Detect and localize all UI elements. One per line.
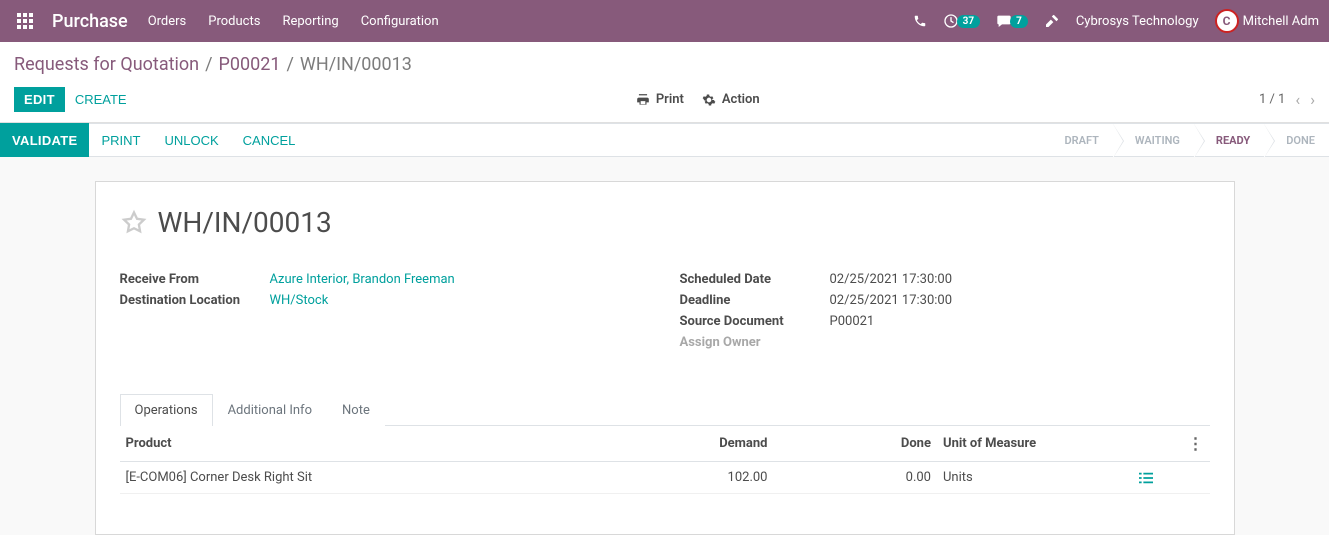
breadcrumb: Requests for Quotation / P00021 / WH/IN/…	[14, 54, 1315, 75]
columns-menu-icon[interactable]: ⋮	[1188, 434, 1204, 453]
scheduled-label: Scheduled Date	[680, 272, 830, 287]
top-navbar: Purchase Orders Products Reporting Confi…	[0, 0, 1329, 42]
edit-button[interactable]: EDIT	[14, 87, 65, 112]
destination-value[interactable]: WH/Stock	[270, 293, 329, 308]
avatar: C	[1215, 9, 1239, 33]
phone-icon[interactable]	[913, 14, 927, 28]
scheduled-value: 02/25/2021 17:30:00	[830, 272, 953, 287]
main-menu: Orders Products Reporting Configuration	[148, 14, 439, 29]
cell-product: [E-COM06] Corner Desk Right Sit	[120, 462, 611, 494]
menu-configuration[interactable]: Configuration	[361, 14, 439, 29]
user-name: Mitchell Adm	[1243, 14, 1319, 29]
record-title: WH/IN/00013	[158, 206, 332, 239]
cancel-button[interactable]: CANCEL	[231, 133, 308, 148]
th-product: Product	[120, 426, 611, 462]
pager-prev-icon[interactable]: ‹	[1295, 90, 1300, 109]
stage-draft[interactable]: DRAFT	[1046, 124, 1112, 156]
stage-waiting[interactable]: WAITING	[1113, 124, 1194, 156]
menu-reporting[interactable]: Reporting	[282, 14, 338, 29]
breadcrumb-root[interactable]: Requests for Quotation	[14, 54, 199, 75]
menu-products[interactable]: Products	[208, 14, 260, 29]
th-done: Done	[774, 426, 938, 462]
detailed-ops-icon[interactable]	[1139, 472, 1171, 484]
activities-icon[interactable]: 37	[943, 13, 980, 29]
receive-from-label: Receive From	[120, 272, 270, 287]
create-button[interactable]: CREATE	[65, 87, 137, 112]
destination-label: Destination Location	[120, 293, 270, 308]
form-sheet: WH/IN/00013 Receive From Azure Interior,…	[95, 181, 1235, 535]
print-dropdown[interactable]: Print	[636, 92, 684, 107]
status-bar: VALIDATE PRINT UNLOCK CANCEL DRAFT WAITI…	[0, 123, 1329, 157]
print-icon	[636, 93, 650, 107]
cell-demand: 102.00	[610, 462, 774, 494]
pager-text: 1 / 1	[1259, 92, 1285, 107]
notebook-tabs: Operations Additional Info Note	[120, 393, 1210, 426]
deadline-label: Deadline	[680, 293, 830, 308]
gear-icon	[702, 93, 716, 107]
tab-additional-info[interactable]: Additional Info	[213, 394, 327, 426]
deadline-value: 02/25/2021 17:30:00	[830, 293, 953, 308]
validate-button[interactable]: VALIDATE	[0, 123, 89, 157]
assign-owner-label: Assign Owner	[680, 335, 830, 350]
pager: 1 / 1 ‹ ›	[1259, 90, 1315, 109]
activities-badge: 37	[957, 15, 980, 28]
unlock-button[interactable]: UNLOCK	[152, 133, 230, 148]
print-button[interactable]: PRINT	[89, 133, 152, 148]
cell-done: 0.00	[774, 462, 938, 494]
tab-operations[interactable]: Operations	[120, 394, 213, 426]
receive-from-value[interactable]: Azure Interior, Brandon Freeman	[270, 272, 455, 287]
tab-note[interactable]: Note	[327, 394, 385, 426]
action-dropdown[interactable]: Action	[702, 92, 760, 107]
debug-icon[interactable]	[1044, 13, 1060, 29]
th-demand: Demand	[610, 426, 774, 462]
messages-badge: 7	[1010, 15, 1028, 28]
print-label: Print	[656, 92, 684, 107]
control-bar: Requests for Quotation / P00021 / WH/IN/…	[0, 42, 1329, 123]
company-switcher[interactable]: Cybrosys Technology	[1076, 14, 1199, 29]
pager-next-icon[interactable]: ›	[1310, 90, 1315, 109]
status-stages: DRAFT WAITING READY DONE	[1046, 124, 1329, 156]
user-menu[interactable]: C Mitchell Adm	[1215, 9, 1319, 33]
table-row[interactable]: [E-COM06] Corner Desk Right Sit 102.00 0…	[120, 462, 1210, 494]
breadcrumb-current: WH/IN/00013	[300, 54, 412, 75]
th-uom: Unit of Measure	[937, 426, 1133, 462]
apps-icon[interactable]	[8, 0, 42, 42]
operations-table: Product Demand Done Unit of Measure ⋮ [E…	[120, 426, 1210, 494]
messages-icon[interactable]: 7	[996, 13, 1028, 29]
breadcrumb-parent[interactable]: P00021	[219, 54, 281, 75]
action-label: Action	[722, 92, 760, 107]
source-doc-value: P00021	[830, 314, 875, 329]
source-doc-label: Source Document	[680, 314, 830, 329]
cell-uom: Units	[937, 462, 1133, 494]
favorite-star-icon[interactable]	[120, 209, 148, 237]
app-brand[interactable]: Purchase	[52, 11, 128, 32]
menu-orders[interactable]: Orders	[148, 14, 187, 29]
